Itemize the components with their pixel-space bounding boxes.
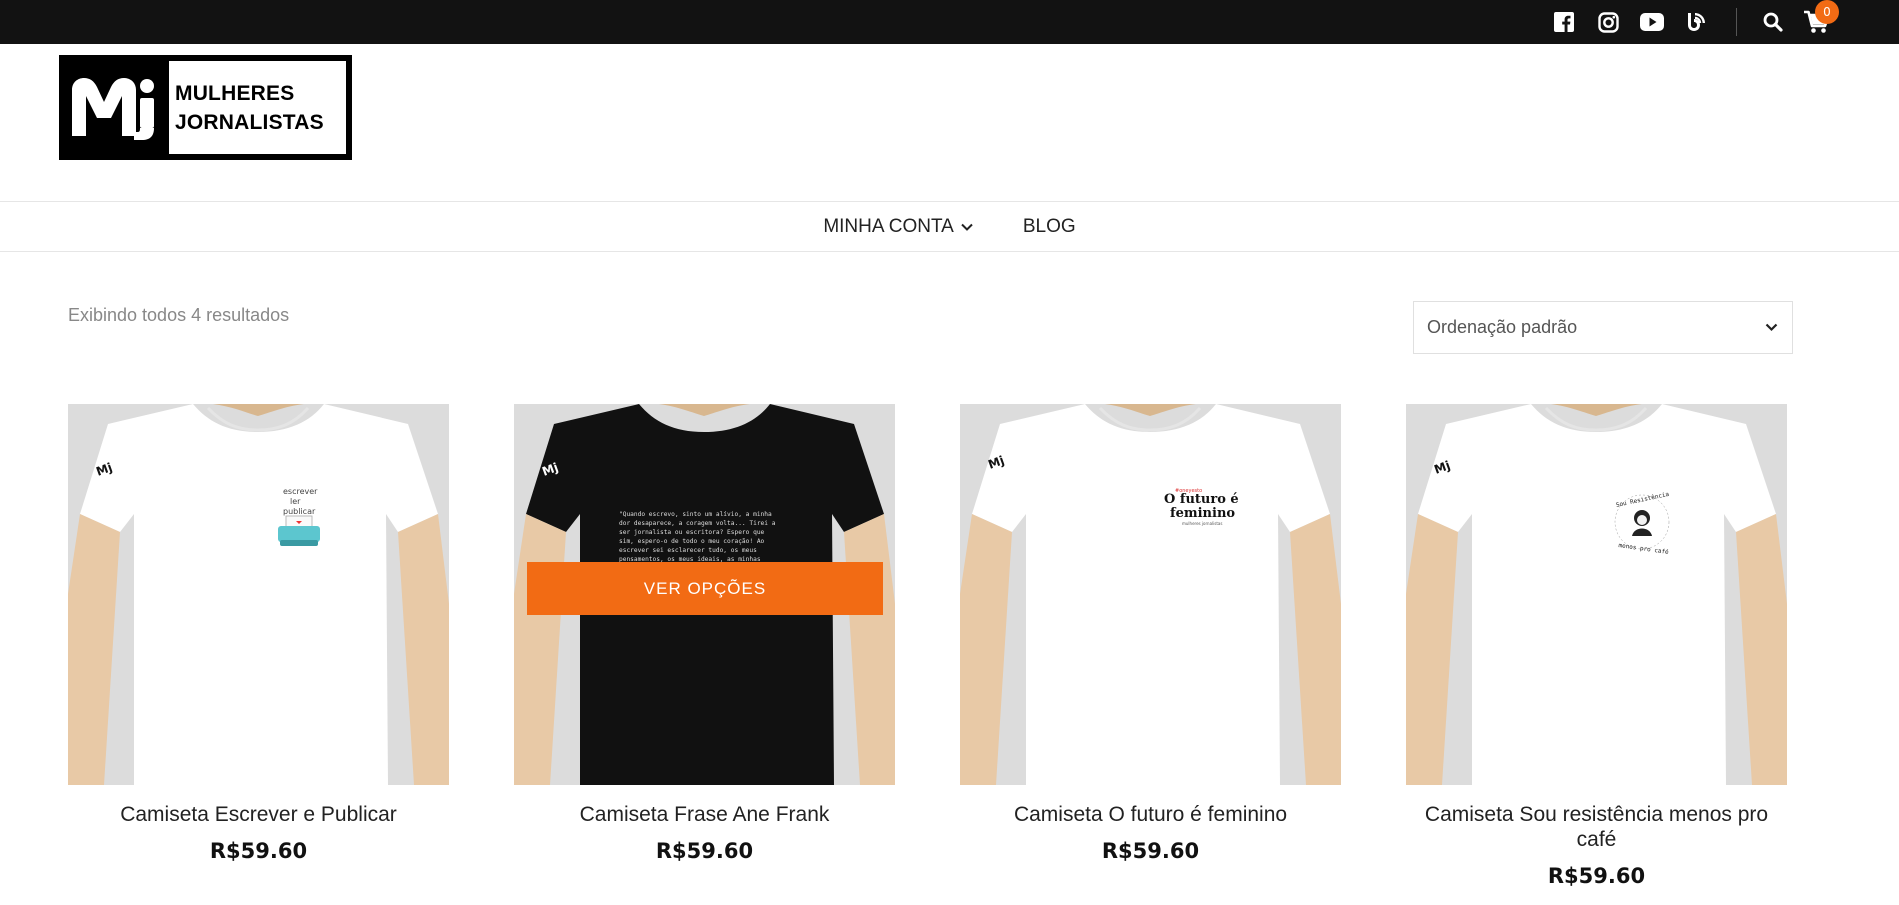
- search-icon[interactable]: [1751, 0, 1795, 44]
- product-image[interactable]: Mj Sou Resistência menos pro café: [1406, 404, 1787, 785]
- svg-text:mulheres jornalistas: mulheres jornalistas: [1182, 521, 1222, 526]
- product-image[interactable]: Mj #oneyesto O futuro é feminino mulhere…: [960, 404, 1341, 785]
- svg-text:publicar: publicar: [283, 507, 316, 516]
- main-nav: MINHA CONTA BLOG: [0, 203, 1899, 252]
- sort-selected-value: Ordenação padrão: [1427, 317, 1578, 337]
- chevron-down-icon: [1765, 323, 1778, 332]
- product-title[interactable]: Camiseta Sou resistência menos pro café: [1406, 802, 1787, 852]
- view-options-button[interactable]: VER OPÇÕES: [527, 562, 883, 615]
- product-price: R$59.60: [209, 839, 308, 863]
- instagram-icon[interactable]: [1586, 0, 1630, 44]
- blog-icon[interactable]: [1674, 0, 1718, 44]
- top-bar: 0: [0, 0, 1899, 44]
- results-count: Exibindo todos 4 resultados: [68, 305, 290, 325]
- product-card: Mj escrever ler publicar Camiseta Escrev…: [68, 404, 449, 863]
- svg-text:escrever: escrever: [283, 487, 318, 496]
- product-price: R$59.60: [655, 839, 754, 863]
- svg-text:ser jornalista ou escritora? E: ser jornalista ou escritora? Espero que: [619, 529, 765, 536]
- sort-select[interactable]: Ordenação padrão: [1413, 301, 1793, 354]
- cart-button[interactable]: 0: [1795, 0, 1839, 44]
- logo-line-1: MULHERES: [175, 81, 295, 105]
- svg-text:feminino: feminino: [1170, 506, 1235, 521]
- cart-count-badge: 0: [1815, 0, 1839, 24]
- logo-mark: [59, 55, 169, 160]
- svg-text:sim, espero-o de todo o meu co: sim, espero-o de todo o meu coração! Ao: [619, 538, 765, 545]
- facebook-icon[interactable]: [1542, 0, 1586, 44]
- product-card: Mj Sou Resistência menos pro café Camise…: [1406, 404, 1787, 888]
- nav-item-minha-conta[interactable]: MINHA CONTA: [823, 216, 973, 238]
- top-icons: 0: [1542, 0, 1839, 44]
- nav-item-label: MINHA CONTA: [823, 216, 954, 237]
- product-image[interactable]: Mj "Quando escrevo, sinto um alívio, a m…: [514, 404, 895, 785]
- svg-text:escrever sei esclarecer tudo,: escrever sei esclarecer tudo, os meus: [619, 547, 757, 554]
- nav-item-label: BLOG: [1022, 216, 1076, 237]
- feminino-print: #oneyesto O futuro é feminino mulheres j…: [1164, 488, 1239, 526]
- svg-text:ler: ler: [290, 497, 301, 506]
- product-title[interactable]: Camiseta O futuro é feminino: [960, 802, 1341, 827]
- product-price: R$59.60: [1101, 839, 1200, 863]
- svg-text:dor desaparece, a coragem volt: dor desaparece, a coragem volta... Tirei…: [619, 520, 776, 527]
- chevron-down-icon: [961, 223, 973, 231]
- site-logo[interactable]: MULHERES JORNALISTAS: [59, 55, 352, 160]
- logo-text-box: MULHERES JORNALISTAS: [169, 61, 346, 154]
- product-price: R$59.60: [1547, 864, 1646, 888]
- nav-item-blog[interactable]: BLOG: [1023, 216, 1076, 238]
- svg-text:O futuro é: O futuro é: [1164, 492, 1239, 507]
- product-image[interactable]: Mj escrever ler publicar: [68, 404, 449, 785]
- site-header: MULHERES JORNALISTAS: [0, 44, 1899, 202]
- product-card: Mj "Quando escrevo, sinto um alívio, a m…: [514, 404, 895, 863]
- product-title[interactable]: Camiseta Escrever e Publicar: [68, 802, 449, 827]
- youtube-icon[interactable]: [1630, 0, 1674, 44]
- product-card: Mj #oneyesto O futuro é feminino mulhere…: [960, 404, 1341, 863]
- product-title[interactable]: Camiseta Frase Ane Frank: [514, 802, 895, 827]
- svg-text:"Quando escrevo, sinto um alív: "Quando escrevo, sinto um alívio, a minh…: [619, 510, 772, 518]
- logo-line-2: JORNALISTAS: [175, 110, 324, 134]
- top-divider: [1736, 8, 1737, 36]
